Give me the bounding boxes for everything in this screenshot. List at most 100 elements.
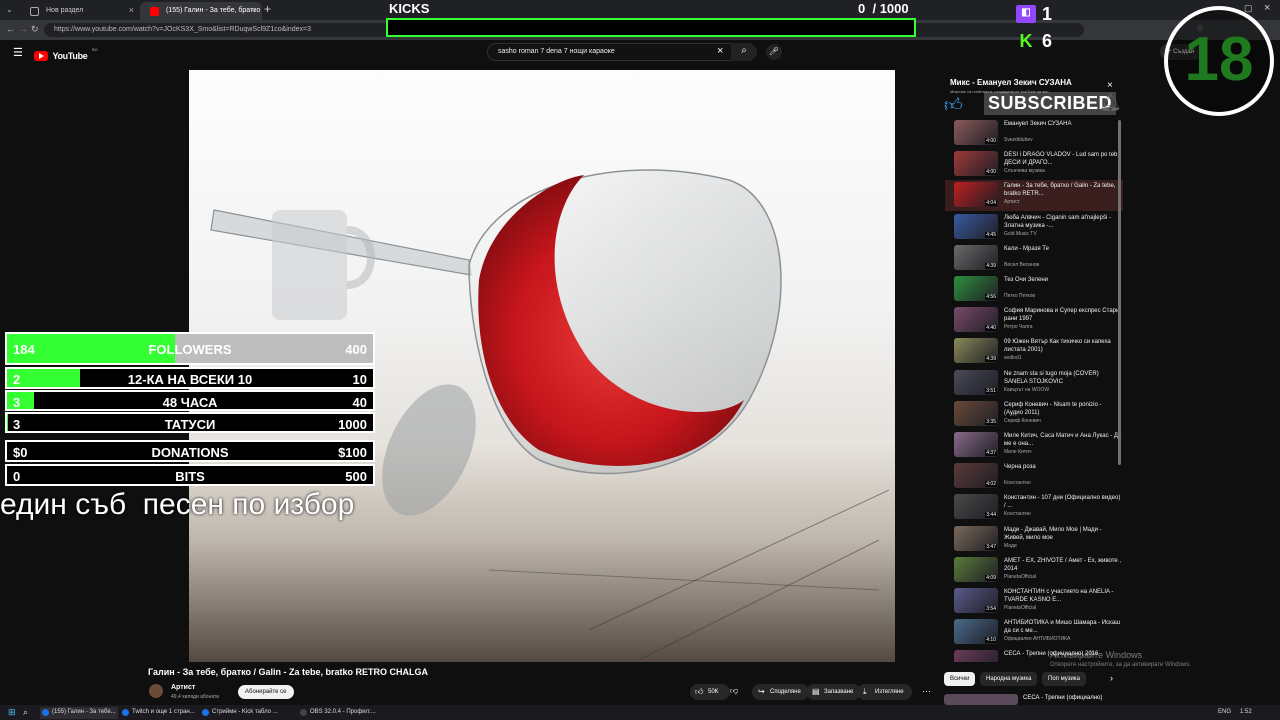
playlist-item[interactable]: 4:37 Миле Китич, Саса Матич и Ана Лукас -… xyxy=(945,430,1123,461)
playlist-item-duration: 4:37 xyxy=(985,450,997,456)
playlist-item-duration: 3:47 xyxy=(985,543,997,550)
playlist-item-channel: Gold Music TV xyxy=(1004,230,1037,237)
playlist-item[interactable]: 4:39 Кали - Мразя Те Весел Весинов xyxy=(945,243,1123,274)
kick-icon: K xyxy=(1019,31,1033,51)
taskbar-item-obs[interactable]: OBS 32.0.4 - Профил:... xyxy=(298,707,378,719)
playlist-item-title: Ne znam sta si tugo moja (COVER) SANELA … xyxy=(1004,370,1099,385)
dislike-icon[interactable]: 👎︎ xyxy=(730,686,738,696)
share-button[interactable]: ↪ Споделяне xyxy=(752,684,809,700)
back-icon[interactable]: ← xyxy=(6,24,15,34)
chip-folk[interactable]: Народна музика xyxy=(980,672,1038,686)
goal-48h-label: 48 ЧАСА xyxy=(162,395,218,410)
playlist-item-duration: 4:02 xyxy=(985,481,997,488)
channel-name[interactable]: Артист xyxy=(171,684,195,691)
playlist-item[interactable]: 4:10 АНТИБИОТИКА и Мишо Шамара - Искаш да… xyxy=(945,617,1123,648)
bits-label: BITS xyxy=(175,469,205,484)
kicks-progress-bar xyxy=(386,18,916,37)
windows-start-icon[interactable]: ⊞ xyxy=(8,707,16,718)
playlist-item[interactable]: 4:02 Черна роза Константин xyxy=(945,461,1123,492)
video-player[interactable] xyxy=(189,70,895,662)
menu-icon[interactable]: ☰ xyxy=(13,46,23,59)
next-video-title[interactable]: СЕСА - Трепни (официално) xyxy=(1023,695,1102,701)
playlist-item-thumbnail: 4:02 xyxy=(954,463,998,489)
clock[interactable]: 1:52 xyxy=(1240,709,1252,715)
playlist-item[interactable]: 3:47 Мади - Джавай, Мило Мое | Мади - Жив… xyxy=(945,524,1123,555)
language-indicator[interactable]: ENG xyxy=(1218,709,1231,715)
tab-youtube[interactable]: (155) Галин - За тебе, братко × xyxy=(140,2,262,20)
playlist-item-title: Кали - Мразя Те xyxy=(1004,245,1049,252)
playlist-scrollbar[interactable] xyxy=(1118,120,1121,465)
playlist-item-thumbnail: 4:10 xyxy=(954,619,998,645)
download-button[interactable]: ⤓ Изтегляне xyxy=(857,684,912,700)
browser-tab-bar: ⌄ Нов раздел × (155) Галин - За тебе, бр… xyxy=(0,0,1280,20)
more-actions-icon[interactable]: ⋯ xyxy=(922,686,931,697)
playlist-item-channel: Svezdidubev xyxy=(1004,137,1033,143)
playlist-item-title: София Маринова и Супер експрес Стари ран… xyxy=(1004,308,1120,323)
taskbar-item-twitch[interactable]: Twitch и още 1 стран... xyxy=(120,707,198,719)
playlist-item[interactable]: 4:09 АМЕТ - ЕХ, ZHIVOTE / Амет - Ех, живо… xyxy=(945,555,1123,586)
playlist-item[interactable]: 4:45 Люба Алвчич - Ciganin sam al'najlepš… xyxy=(945,212,1123,243)
playlist-item-thumbnail: 4:00 xyxy=(954,120,998,145)
new-tab-icon xyxy=(30,7,39,16)
search-query: sasho roman 7 dena 7 нощи караоке xyxy=(498,48,615,55)
youtube-icon xyxy=(150,7,159,16)
new-tab-button[interactable]: + xyxy=(264,2,271,16)
save-icon: ▤ xyxy=(812,687,820,696)
playlist-item[interactable]: 4:04 Галин - За тебе, братко / Galin - Za… xyxy=(945,180,1123,212)
playlist-item[interactable]: 3:44 Константин - 107 дни (Официално виде… xyxy=(945,492,1123,523)
taskbar-search-icon[interactable]: ⌕ xyxy=(23,707,28,718)
channel-avatar[interactable] xyxy=(149,684,163,698)
youtube-logo[interactable]: YouTube BG xyxy=(34,47,98,61)
goal-48h-goal: 40 xyxy=(352,395,367,410)
chevron-right-icon[interactable]: › xyxy=(1110,673,1113,683)
share-icon: ↪ xyxy=(758,687,765,696)
playlist-item-duration: 4:39 xyxy=(985,262,997,269)
playlist-item[interactable]: 3:35 Сериф Коневич - Nisam te ponizio - (… xyxy=(945,399,1123,430)
playlist-item[interactable]: 4:40 София Маринова и Супер експрес Стари… xyxy=(945,305,1123,336)
taskbar-item-browser[interactable]: (155) Галин - За тебе... xyxy=(40,707,118,719)
like-icon: 👍︎ xyxy=(695,687,704,696)
close-window-icon[interactable]: × xyxy=(1264,2,1270,14)
chip-pop[interactable]: Поп музика xyxy=(1042,672,1086,686)
tab-new[interactable]: Нов раздел × xyxy=(20,2,140,20)
windows-activate-sub: Отворете настройките, за да активирате W… xyxy=(1050,662,1191,668)
playlist-item[interactable]: 4:39 09 Южен Вятър Как тихичко си капеха … xyxy=(945,336,1123,367)
playlist-item-channel: Константин xyxy=(1004,511,1031,518)
bits-bar: 0 BITS 500 xyxy=(5,464,375,486)
save-button[interactable]: ▤ Запазване xyxy=(806,684,862,700)
playlist-item[interactable]: 3:54 КОНСТАНТИН с участието на ANELIA - T… xyxy=(945,586,1123,617)
playlist-item-channel: Константин xyxy=(1004,480,1031,487)
like-button[interactable]: 👍︎ 50K xyxy=(690,684,730,700)
taskbar-item-kick[interactable]: Стриймн - Kick табло ... xyxy=(200,707,296,719)
playlist-item[interactable]: 3:51 Ne znam sta si tugo moja (COVER) SAN… xyxy=(945,368,1123,399)
playlist-item[interactable]: 4:56 Тез Очи Зелени Петко Петков xyxy=(945,274,1123,305)
close-playlist-icon[interactable]: × xyxy=(1107,80,1113,91)
kicks-label: KICKS xyxy=(389,1,430,16)
reload-icon[interactable]: ↻ xyxy=(31,24,39,35)
close-icon[interactable]: × xyxy=(129,5,134,15)
close-icon[interactable]: × xyxy=(251,5,256,15)
like-count: 50K xyxy=(708,689,719,695)
chip-all[interactable]: Всички xyxy=(944,672,976,686)
playlist-item-channel: Мади xyxy=(1004,542,1017,549)
playlist-item-thumbnail: 4:04 xyxy=(954,182,998,208)
playlist-item-title: АМЕТ - ЕХ, ZHIVOTE / Амет - Ех, животе ,… xyxy=(1004,557,1122,572)
goal-12ka-bar: 2 12-КА НА ВСЕКИ 10 10 xyxy=(5,367,375,389)
kicks-goal: / 1000 xyxy=(872,1,909,16)
playlist-item[interactable]: 4:00 Емануел Зекич СУЗАНА Svezdidubev xyxy=(945,118,1123,149)
tab-search-icon[interactable]: ⌄ xyxy=(6,5,13,14)
playlist-item[interactable]: 4:00 DESI i DRAGO VLADOV - Lud sam po teb… xyxy=(945,149,1123,180)
playlist-item-duration: 4:39 xyxy=(985,356,997,363)
search-icon[interactable]: ⌕ xyxy=(731,43,757,61)
subscribed-label: SUBSCRIBED xyxy=(984,92,1117,115)
next-video-thumb[interactable] xyxy=(944,694,1018,705)
microphone-icon[interactable]: 🎤︎ xyxy=(766,44,782,60)
subscribe-button[interactable]: Абонирайте се xyxy=(238,685,294,699)
clear-search-icon[interactable]: × xyxy=(717,45,723,57)
playlist-item-thumbnail: 4:09 xyxy=(954,556,998,582)
taskbar: ⊞ ⌕ (155) Галин - За тебе... Twitch и ощ… xyxy=(0,705,1280,720)
playlist-item-thumbnail: 3:32 xyxy=(954,650,998,662)
search-input[interactable]: sasho roman 7 dena 7 нощи караоке xyxy=(487,43,737,61)
forward-icon[interactable]: → xyxy=(19,24,28,34)
playlist-item-thumbnail: 3:54 xyxy=(954,588,998,613)
